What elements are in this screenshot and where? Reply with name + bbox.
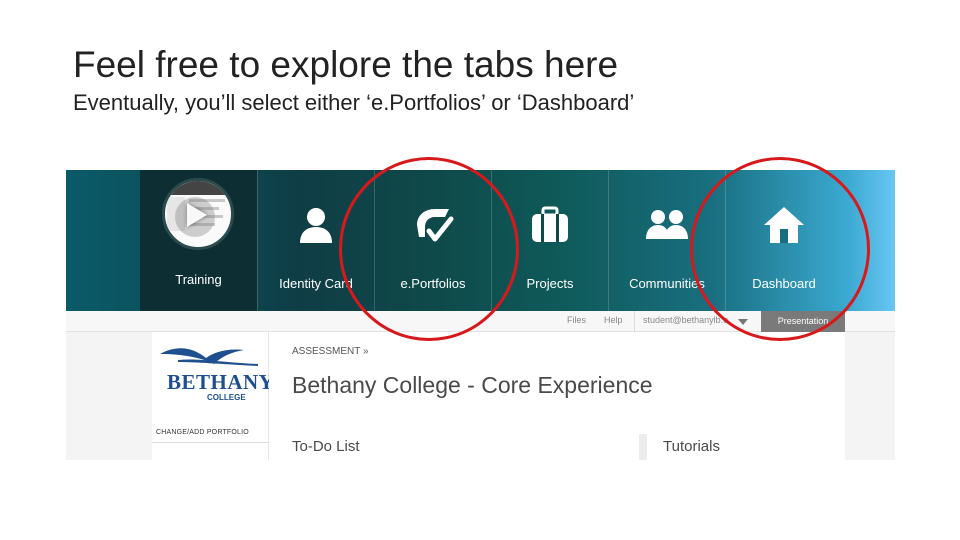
briefcase-icon	[532, 206, 568, 242]
person-icon	[300, 208, 332, 243]
group-icon	[646, 210, 688, 239]
play-icon[interactable]	[187, 203, 207, 227]
main-content: ASSESSMENT » Bethany College - Core Expe…	[269, 332, 845, 460]
user-email-menu[interactable]: student@bethanylb.e	[643, 315, 728, 325]
slide-subtitle: Eventually, you’ll select either ‘e.Port…	[73, 90, 635, 115]
training-video-thumbnail[interactable]	[162, 178, 234, 250]
breadcrumb[interactable]: ASSESSMENT »	[292, 346, 369, 357]
page-title: Bethany College - Core Experience	[292, 372, 653, 398]
bethany-college-logo: BETHANY COLLEGE	[158, 342, 274, 402]
dashboard-highlight-circle	[690, 157, 870, 341]
sidebar-divider	[152, 442, 269, 443]
slide-title: Feel free to explore the tabs here	[73, 44, 619, 85]
logo-wordmark: BETHANY	[167, 370, 275, 394]
help-link[interactable]: Help	[604, 315, 623, 325]
tutorials-rail	[639, 434, 647, 460]
logo-subtitle: COLLEGE	[207, 393, 246, 402]
portfolio-sidebar: BETHANY COLLEGE CHANGE/ADD PORTFOLIO	[152, 332, 274, 460]
toolbar-divider	[634, 311, 635, 332]
change-portfolio-link[interactable]: CHANGE/ADD PORTFOLIO	[156, 429, 249, 436]
tab-training[interactable]: Training	[140, 170, 257, 311]
bird-logo-icon	[160, 348, 258, 366]
todo-list-heading: To-Do List	[292, 438, 360, 455]
eportfolios-highlight-circle	[339, 157, 519, 341]
tutorials-heading: Tutorials	[663, 438, 720, 455]
files-link[interactable]: Files	[567, 315, 586, 325]
tab-training-label: Training	[175, 272, 222, 287]
